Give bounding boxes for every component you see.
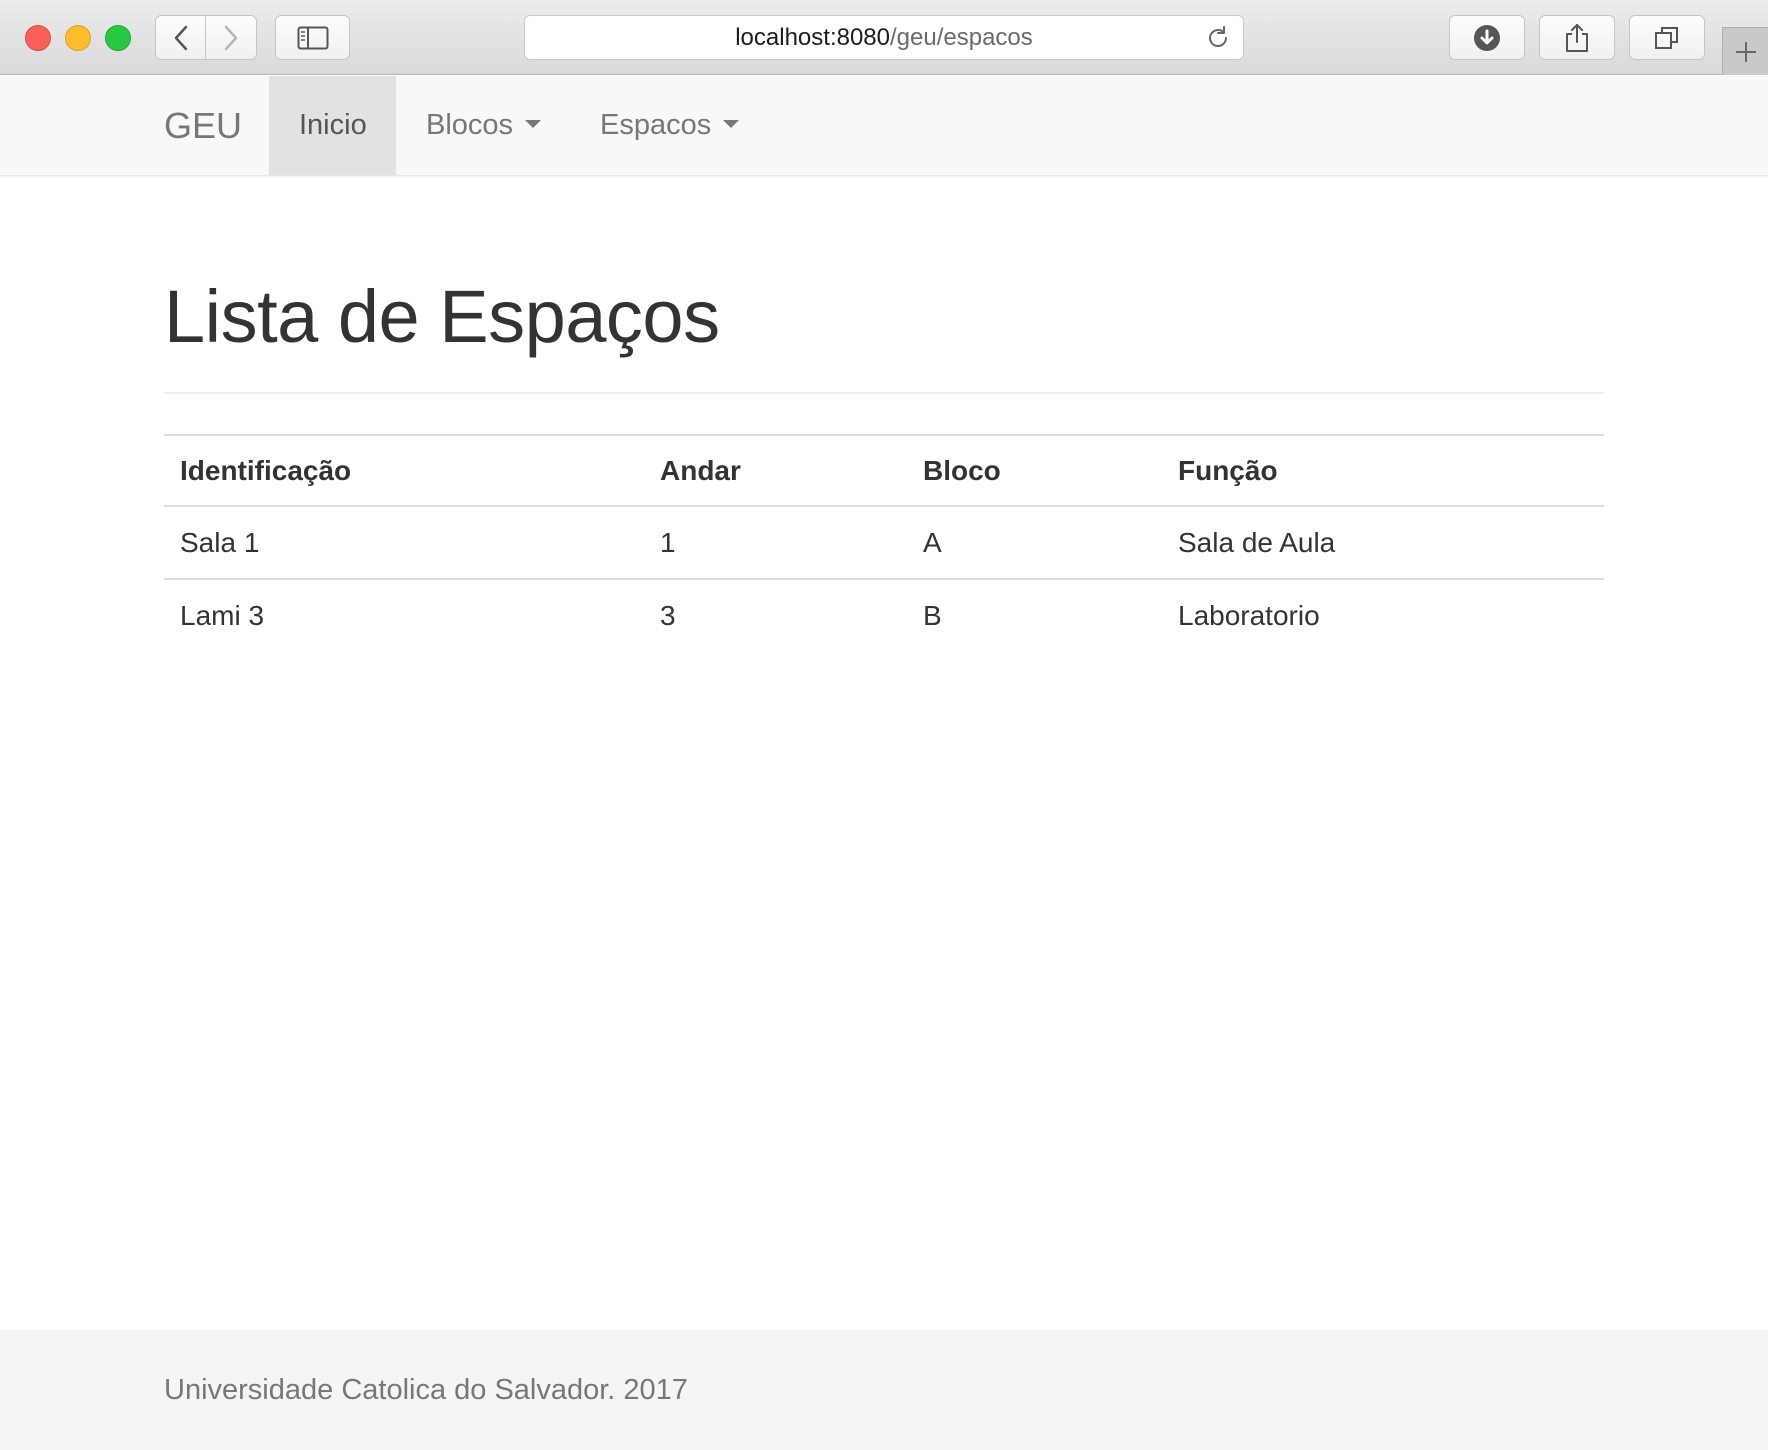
window-minimize-button[interactable] <box>65 25 91 51</box>
cell-andar: 1 <box>660 526 676 558</box>
tab-overview-button[interactable] <box>1629 15 1705 60</box>
forward-arrow-icon <box>224 25 238 50</box>
back-button[interactable] <box>155 15 206 60</box>
nav-item-label: Inicio <box>299 109 367 141</box>
page-footer: Universidade Catolica do Salvador. 2017 <box>0 1330 1768 1450</box>
sidebar-toggle-button[interactable] <box>275 15 350 60</box>
window-close-button[interactable] <box>25 25 51 51</box>
nav-item-inicio[interactable]: Inicio <box>269 76 396 175</box>
download-icon <box>1474 24 1500 51</box>
back-arrow-icon <box>174 25 187 50</box>
plus-icon <box>1735 41 1756 62</box>
cell-funcao: Laboratorio <box>1162 578 1604 652</box>
reload-icon[interactable] <box>1205 25 1231 51</box>
cell-bloco: B <box>907 578 1162 652</box>
spaces-table: Identificação Andar Bloco Função Sala 1 … <box>164 434 1604 652</box>
nav-dropdown-blocos[interactable]: Blocos <box>396 76 571 175</box>
browser-toolbar: localhost:8080/geu/espacos <box>0 0 1768 75</box>
url-path: /geu/espacos <box>890 23 1033 51</box>
column-header-funcao: Função <box>1162 435 1604 507</box>
title-divider <box>164 392 1604 394</box>
caret-down-icon <box>723 120 740 129</box>
table-row: Lami 3 3 B Laboratorio <box>164 578 1604 652</box>
url-host: localhost:8080 <box>735 23 890 51</box>
column-header-identificacao: Identificação <box>164 435 644 507</box>
downloads-button[interactable] <box>1449 15 1525 60</box>
nav-dropdown-espacos[interactable]: Espacos <box>570 76 769 175</box>
column-header-andar: Andar <box>644 435 907 507</box>
share-button[interactable] <box>1539 15 1615 60</box>
share-icon <box>1566 23 1588 52</box>
address-bar[interactable]: localhost:8080/geu/espacos <box>524 15 1244 60</box>
footer-copyright: Universidade Catolica do Salvador. 2017 <box>164 1374 688 1406</box>
cell-bloco: A <box>923 526 942 558</box>
table-header-row: Identificação Andar Bloco Função <box>164 435 1604 507</box>
forward-button[interactable] <box>205 15 257 60</box>
nav-item-label: Blocos <box>426 109 514 141</box>
brand-link[interactable]: GEU <box>164 76 242 176</box>
nav-item-label: Espacos <box>600 109 712 141</box>
table-row: Sala 1 1 A Sala de Aula <box>164 506 1604 579</box>
new-tab-button[interactable] <box>1722 27 1768 75</box>
cell-andar: 3 <box>644 578 907 652</box>
sidebar-icon <box>297 26 328 49</box>
tabs-overview-icon <box>1655 26 1678 49</box>
cell-identificacao: Lami 3 <box>164 578 644 652</box>
column-header-bloco: Bloco <box>907 435 1162 507</box>
window-maximize-button[interactable] <box>105 25 131 51</box>
cell-identificacao: Sala 1 <box>180 526 260 558</box>
top-navbar: GEU Inicio Blocos Espacos <box>0 76 1768 176</box>
caret-down-icon <box>525 120 542 129</box>
cell-funcao: Sala de Aula <box>1178 526 1336 558</box>
page-title: Lista de Espaços <box>164 275 720 358</box>
